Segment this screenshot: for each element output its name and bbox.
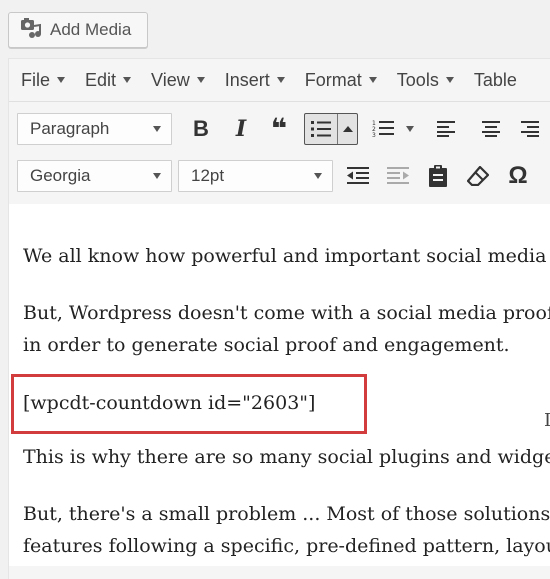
bold-icon: B [193, 116, 209, 141]
paragraph-4-line-2: features following a specific, pre-defin… [23, 535, 550, 557]
chevron-up-icon [342, 126, 353, 132]
bullet-list-icon [311, 121, 331, 137]
camera-music-icon [20, 17, 42, 44]
chevron-down-icon [57, 77, 66, 83]
add-media-button[interactable]: Add Media [8, 12, 148, 48]
italic-icon: I [235, 116, 247, 142]
menu-table-label: Table [473, 69, 517, 90]
bullet-list-button[interactable] [305, 114, 337, 144]
outdent-icon [347, 167, 369, 184]
paragraph-2-line-1: But, Wordpress doesn't come with a socia… [23, 302, 550, 324]
paragraph-1: We all know how powerful and important s… [23, 245, 547, 267]
align-left-icon [437, 121, 455, 137]
paste-as-text-button[interactable] [421, 159, 455, 193]
font-family-value: Georgia [30, 166, 91, 185]
clipboard-icon [429, 165, 447, 187]
chevron-down-icon [314, 173, 322, 179]
align-left-button[interactable] [430, 112, 464, 146]
paragraph-4-line-1: But, there's a small problem ... Most of… [23, 503, 550, 525]
quote-icon: ❝ [270, 113, 288, 144]
font-family-select[interactable]: Georgia [17, 160, 172, 192]
paragraph-format-value: Paragraph [30, 119, 110, 138]
menu-insert-label: Insert [224, 69, 270, 90]
chevron-down-icon [276, 77, 285, 83]
align-right-icon [521, 121, 539, 137]
eraser-icon [467, 166, 489, 186]
numbered-list-button[interactable]: 1 2 3 [366, 112, 400, 146]
menu-table[interactable]: Table [462, 70, 525, 91]
indent-button[interactable] [381, 159, 415, 193]
text-cursor-icon: I [544, 410, 550, 431]
outdent-button[interactable] [341, 159, 375, 193]
svg-text:3: 3 [372, 132, 376, 139]
bullet-list-options-button[interactable] [337, 114, 357, 144]
chevron-down-icon [123, 77, 132, 83]
menu-insert[interactable]: Insert [213, 70, 293, 91]
omega-icon: Ω [508, 162, 528, 189]
menu-view[interactable]: View [139, 70, 213, 91]
special-character-button[interactable]: Ω [501, 159, 535, 193]
editor-content[interactable]: We all know how powerful and important s… [9, 204, 550, 566]
menu-file[interactable]: File [9, 70, 73, 91]
chevron-down-icon [153, 173, 161, 179]
menu-view-label: View [151, 69, 190, 90]
chevron-down-icon [368, 77, 377, 83]
font-size-value: 12pt [191, 166, 225, 185]
italic-button[interactable]: I [224, 112, 258, 146]
paragraph-3: This is why there are so many social plu… [23, 446, 550, 468]
menu-format-label: Format [304, 69, 362, 90]
font-size-select[interactable]: 12pt [178, 160, 333, 192]
menu-edit[interactable]: Edit [73, 70, 139, 91]
menubar: File Edit View Insert Format Tools Table [9, 59, 550, 101]
menu-edit-label: Edit [85, 69, 117, 90]
align-center-icon [482, 121, 500, 137]
numbered-list-icon: 1 2 3 [372, 120, 394, 139]
paragraph-format-select[interactable]: Paragraph [17, 113, 172, 145]
menu-file-label: File [21, 69, 51, 90]
blockquote-button[interactable]: ❝ [262, 112, 296, 146]
bold-button[interactable]: B [184, 112, 218, 146]
menu-tools[interactable]: Tools [385, 70, 462, 91]
chevron-down-icon [445, 77, 454, 83]
add-media-label: Add Media [50, 20, 132, 39]
shortcode-highlight [11, 374, 367, 434]
align-center-button[interactable] [474, 112, 508, 146]
toolbar-row-1: Paragraph B I ❝ 1 2 3 [17, 112, 546, 146]
editor-toolbar: Paragraph B I ❝ 1 2 3 Georgia 12pt Ω [9, 101, 550, 205]
menu-tools-label: Tools [396, 69, 439, 90]
bullet-list-group [304, 113, 358, 145]
align-right-button[interactable] [512, 112, 546, 146]
chevron-down-icon [196, 77, 205, 83]
numbered-list-options-button[interactable] [400, 112, 420, 146]
clear-formatting-button[interactable] [461, 159, 495, 193]
chevron-down-icon [153, 126, 161, 132]
menu-format[interactable]: Format [293, 70, 385, 91]
indent-icon [387, 167, 409, 184]
toolbar-row-2: Georgia 12pt Ω [17, 159, 535, 193]
paragraph-2-line-2: in order to generate social proof and en… [23, 334, 510, 356]
chevron-down-icon [406, 126, 414, 132]
